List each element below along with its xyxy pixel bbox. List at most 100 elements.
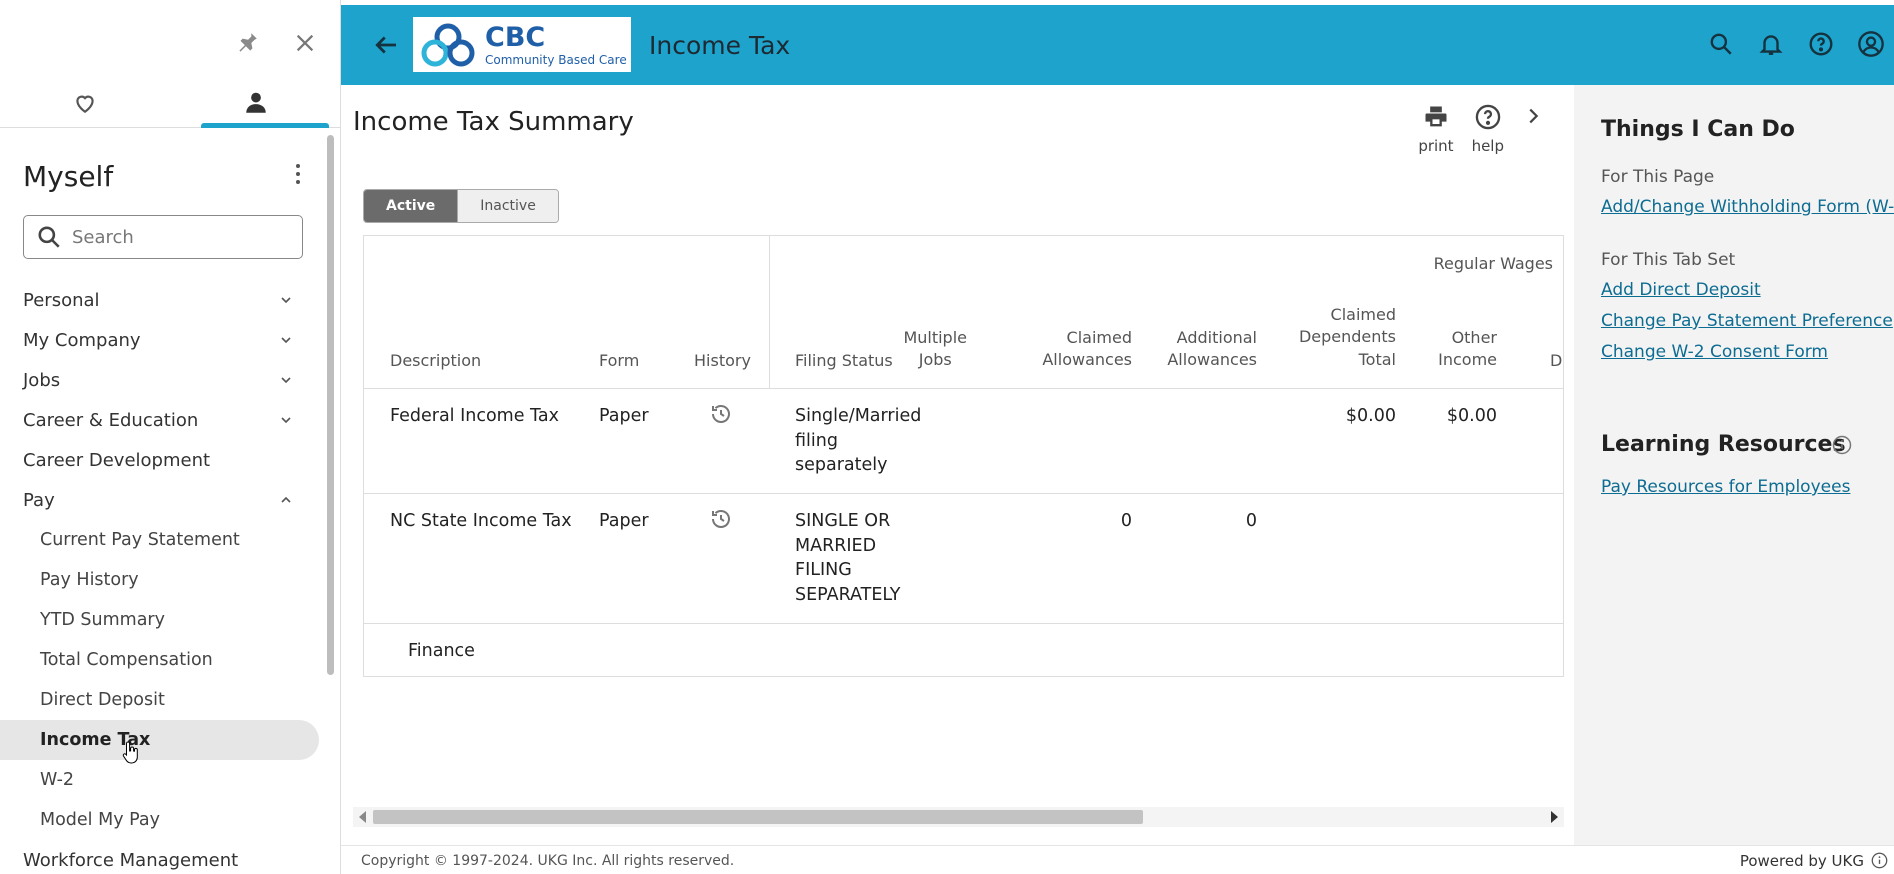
col-form[interactable]: Form (599, 350, 639, 372)
more-options-icon[interactable] (286, 162, 310, 186)
footer: Copyright © 1997-2024. UKG Inc. All righ… (341, 845, 1894, 874)
copyright-text: Copyright © 1997-2024. UKG Inc. All righ… (361, 853, 735, 869)
search-input[interactable] (72, 226, 292, 248)
close-icon[interactable] (290, 28, 320, 58)
sidebar-item-jobs[interactable]: Jobs (0, 360, 325, 400)
sidebar-item-current-pay-statement[interactable]: Current Pay Statement (0, 520, 325, 560)
filing-status-line: SEPARATELY (795, 584, 901, 605)
sidebar-item-direct-deposit[interactable]: Direct Deposit (0, 680, 325, 720)
user-account-icon[interactable] (1856, 29, 1886, 59)
for-this-page-label: For This Page (1601, 167, 1715, 187)
col-claimed-allowances[interactable]: Claimed Allowances (1042, 327, 1132, 372)
change-w2-consent-link[interactable]: Change W-2 Consent Form (1601, 342, 1828, 362)
group-label: Regular Wages (1433, 254, 1553, 273)
row-federal-other-income: $0.00 (1446, 406, 1497, 426)
logo-title: CBC (485, 21, 546, 53)
back-arrow-icon[interactable] (371, 30, 401, 60)
main-content: Income Tax Summary print help Active Ina… (341, 85, 1574, 845)
person-icon (246, 92, 266, 113)
sidebar-item-label: Pay (23, 489, 55, 511)
sidebar-scrollbar[interactable] (327, 135, 334, 675)
tab-myself[interactable] (171, 78, 341, 128)
info-icon[interactable] (1832, 435, 1852, 455)
income-tax-table: Regular Wages Description Form History F… (363, 235, 1564, 677)
row-federal-filing-status: Single/Married filing separately (795, 404, 921, 478)
col-claimed-dependents-line2: Dependents (1298, 327, 1396, 347)
sidebar-search[interactable] (23, 215, 303, 259)
logo-rings-icon (421, 23, 475, 66)
inactive-tab[interactable]: Inactive (457, 190, 558, 222)
row-divider (364, 623, 1563, 624)
col-claimed-allowances-line1: Claimed (1066, 328, 1132, 347)
heart-icon (76, 95, 94, 113)
col-multiple-jobs[interactable]: Multiple Jobs (903, 327, 967, 372)
row-divider (364, 493, 1563, 494)
bell-icon[interactable] (1756, 29, 1786, 59)
help-button[interactable]: help (1472, 103, 1504, 155)
company-logo: CBC Community Based Care (413, 17, 631, 72)
scroll-right-arrow[interactable] (1551, 811, 1558, 823)
col-other-income[interactable]: Other Income (1438, 327, 1497, 372)
history-icon[interactable] (709, 507, 733, 531)
row-federal-form: Paper (599, 406, 649, 426)
logo-subtitle: Community Based Care (485, 52, 627, 67)
column-divider (769, 236, 770, 388)
sidebar: Myself Personal My Company Jobs Career &… (0, 0, 341, 874)
col-deductions-partial[interactable]: De (1550, 350, 1563, 372)
sidebar-item-total-compensation[interactable]: Total Compensation (0, 640, 325, 680)
sidebar-item-label: My Company (23, 329, 141, 351)
row-divider (364, 388, 1563, 389)
col-additional-allowances-line1: Additional (1176, 328, 1257, 347)
sidebar-item-personal[interactable]: Personal (0, 280, 325, 320)
footer-info-icon[interactable] (1871, 852, 1888, 869)
sidebar-item-pay-history[interactable]: Pay History (0, 560, 325, 600)
print-button[interactable]: print (1418, 103, 1454, 155)
scroll-left-arrow[interactable] (359, 811, 366, 823)
col-filing-status[interactable]: Filing Status (795, 350, 893, 372)
help-icon[interactable] (1806, 29, 1836, 59)
print-label: print (1418, 137, 1454, 155)
chevron-down-icon (281, 297, 291, 304)
col-claimed-dependents-line1: Claimed (1330, 305, 1396, 324)
filing-status-line: filing (795, 430, 838, 451)
add-direct-deposit-link[interactable]: Add Direct Deposit (1601, 280, 1761, 300)
collapse-panel-button[interactable] (1522, 105, 1544, 127)
sidebar-item-my-company[interactable]: My Company (0, 320, 325, 360)
sidebar-item-income-tax[interactable]: Income Tax (0, 720, 319, 760)
active-tab[interactable]: Active (364, 190, 458, 222)
tab-favorites[interactable] (0, 78, 171, 127)
sidebar-item-workforce-management[interactable]: Workforce Management (0, 840, 325, 874)
search-icon[interactable] (1706, 29, 1736, 59)
filing-status-line: MARRIED (795, 535, 877, 556)
pay-resources-link[interactable]: Pay Resources for Employees (1601, 477, 1850, 497)
things-heading: Things I Can Do (1601, 117, 1795, 142)
sidebar-item-label: Personal (23, 289, 100, 311)
chevron-down-icon (281, 417, 291, 424)
sidebar-item-ytd-summary[interactable]: YTD Summary (0, 600, 325, 640)
history-icon[interactable] (709, 402, 733, 426)
sidebar-item-label: Career Development (23, 449, 211, 471)
page-tools: print help (1418, 103, 1544, 155)
app-header: CBC Community Based Care Income Tax (341, 5, 1894, 85)
row-federal-claimed-dependents: $0.00 (1345, 406, 1396, 426)
group-row-finance: Finance (408, 641, 475, 661)
horizontal-scrollbar[interactable] (353, 807, 1564, 827)
col-history[interactable]: History (694, 350, 751, 372)
sidebar-item-career-education[interactable]: Career & Education (0, 400, 325, 440)
sidebar-item-pay[interactable]: Pay (0, 480, 325, 520)
col-multiple-jobs-line2: Jobs (918, 350, 952, 370)
status-toggle: Active Inactive (363, 189, 559, 223)
sidebar-item-model-my-pay[interactable]: Model My Pay (0, 800, 325, 840)
sidebar-item-label: Workforce Management (23, 849, 239, 871)
change-pay-statement-link[interactable]: Change Pay Statement Preference (1601, 311, 1893, 331)
scrollbar-thumb[interactable] (373, 810, 1143, 824)
sidebar-item-w2[interactable]: W-2 (0, 760, 325, 800)
add-change-w4-link[interactable]: Add/Change Withholding Form (W-4) (1601, 197, 1894, 217)
sidebar-title: Myself (23, 160, 114, 193)
col-additional-allowances[interactable]: Additional Allowances (1167, 327, 1257, 372)
things-i-can-do-panel: Things I Can Do For This Page Add/Change… (1574, 85, 1894, 845)
col-claimed-dependents[interactable]: Claimed Dependents Total (1299, 304, 1396, 371)
pin-icon[interactable] (232, 28, 262, 58)
sidebar-item-career-development[interactable]: Career Development (0, 440, 325, 480)
col-description[interactable]: Description (390, 350, 481, 372)
